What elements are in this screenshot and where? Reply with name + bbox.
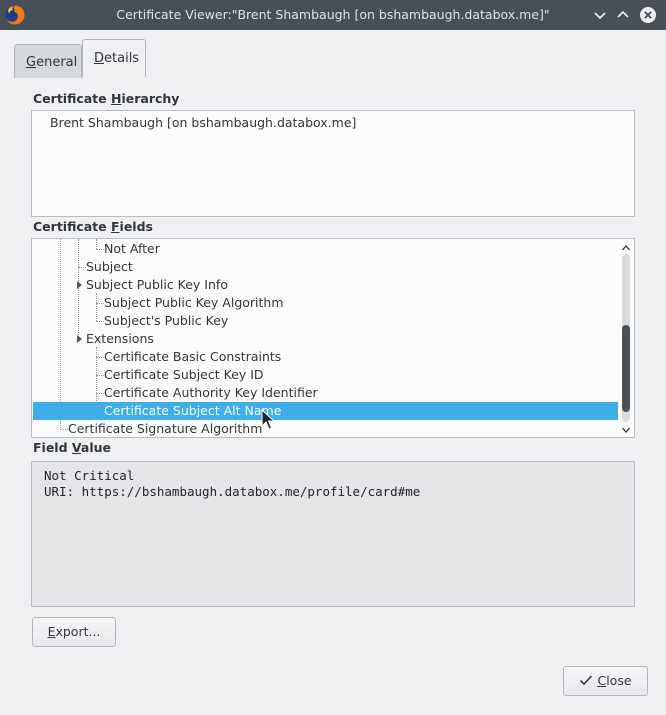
- tree-row-label: Subject Public Key Algorithm: [104, 295, 284, 310]
- certificate-viewer-dialog: General Details Certificate Hierarchy Br…: [0, 30, 666, 715]
- minimize-icon[interactable]: [590, 5, 610, 25]
- tree-row-label: Not After: [104, 241, 160, 256]
- certificate-hierarchy-label: Certificate Hierarchy: [33, 91, 179, 106]
- close-icon[interactable]: [638, 5, 658, 25]
- tree-row-label: Certificate Signature Algorithm: [68, 421, 263, 436]
- export-label: xport...: [55, 624, 101, 639]
- maximize-icon[interactable]: [613, 5, 633, 25]
- tab-general-label: eneral: [36, 55, 78, 70]
- scrollbar-thumb[interactable]: [622, 325, 630, 412]
- tree-row-label: Extensions: [86, 331, 154, 346]
- tab-general-mnemonic: G: [26, 55, 37, 70]
- close-label: lose: [606, 673, 632, 688]
- tree-row-subjects-public-key[interactable]: Subject's Public Key: [33, 312, 618, 330]
- tree-row-subject[interactable]: Subject: [33, 258, 618, 276]
- hierarchy-item[interactable]: Brent Shambaugh [on bshambaugh.databox.m…: [50, 115, 356, 130]
- tree-row-label: Subject Public Key Info: [86, 277, 228, 292]
- tab-general[interactable]: General: [14, 44, 82, 78]
- certificate-fields-label: Certificate Fields: [33, 219, 153, 234]
- expand-arrow-icon[interactable]: [77, 281, 82, 289]
- label-text: Field: [33, 440, 72, 455]
- tree-row-subject-public-key-info[interactable]: Subject Public Key Info: [33, 276, 618, 294]
- mouse-cursor-icon: [261, 408, 276, 431]
- tab-details[interactable]: Details: [82, 39, 146, 77]
- tree-row-certificate-subject-key-id[interactable]: Certificate Subject Key ID: [33, 366, 618, 384]
- tree-row-certificate-basic-constraints[interactable]: Certificate Basic Constraints: [33, 348, 618, 366]
- certificate-hierarchy-tree[interactable]: Brent Shambaugh [on bshambaugh.databox.m…: [31, 110, 635, 217]
- tree-row-label: Subject's Public Key: [104, 313, 229, 328]
- tree-row-subject-public-key-algorithm[interactable]: Subject Public Key Algorithm: [33, 294, 618, 312]
- label-text: Certificate: [33, 91, 111, 106]
- expand-arrow-icon[interactable]: [77, 335, 82, 343]
- tree-row-certificate-signature-algorithm[interactable]: Certificate Signature Algorithm: [33, 420, 618, 437]
- label-mnemonic: V: [71, 440, 81, 455]
- label-text: ields: [119, 219, 153, 234]
- tree-row-extensions[interactable]: Extensions: [33, 330, 618, 348]
- scroll-up-icon[interactable]: [621, 242, 631, 252]
- field-value-line: URI: https://bshambaugh.databox.me/profi…: [44, 484, 421, 499]
- tree-row-certificate-subject-alt-name[interactable]: Certificate Subject Alt Name: [33, 402, 618, 420]
- tree-row-label: Certificate Basic Constraints: [104, 349, 282, 364]
- tree-row-label: Certificate Subject Key ID: [104, 367, 264, 382]
- close-mnemonic: C: [597, 673, 607, 688]
- window-titlebar[interactable]: Certificate Viewer:"Brent Shambaugh [on …: [0, 0, 666, 30]
- label-text: Certificate: [33, 219, 111, 234]
- label-text: ierarchy: [121, 91, 180, 106]
- label-text: alue: [80, 440, 111, 455]
- tree-row-not-after[interactable]: Not After: [33, 240, 618, 258]
- checkmark-icon: [579, 668, 593, 686]
- certificate-fields-tree[interactable]: Not After Subject Subject Public Key Inf…: [31, 238, 635, 438]
- scroll-down-icon[interactable]: [621, 424, 631, 434]
- export-button[interactable]: Export...: [32, 617, 116, 647]
- label-mnemonic: H: [111, 91, 122, 106]
- label-mnemonic: F: [111, 219, 120, 234]
- field-value-text[interactable]: Not Critical URI: https://bshambaugh.dat…: [31, 461, 635, 607]
- tree-row-label: Subject: [86, 259, 133, 274]
- window-title: Certificate Viewer:"Brent Shambaugh [on …: [116, 7, 550, 22]
- tree-row-label: Certificate Subject Alt Name: [104, 403, 282, 418]
- tab-details-mnemonic: D: [94, 51, 105, 66]
- tree-row-label: Certificate Authority Key Identifier: [104, 385, 318, 400]
- field-value-label: Field Value: [33, 440, 111, 455]
- tab-details-label: etails: [104, 51, 140, 66]
- tree-row-certificate-authority-key-identifier[interactable]: Certificate Authority Key Identifier: [33, 384, 618, 402]
- field-value-line: Not Critical: [44, 468, 135, 483]
- fields-scrollbar[interactable]: [619, 240, 633, 436]
- close-button[interactable]: Close: [563, 666, 648, 696]
